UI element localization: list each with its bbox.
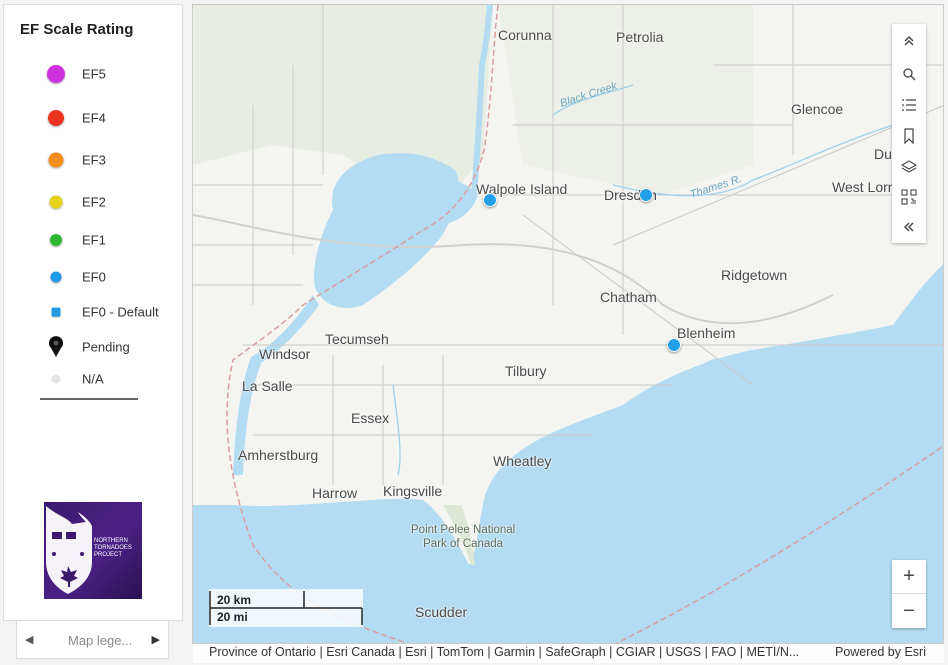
place-west-lorne: West Lorn xyxy=(832,179,896,195)
attribution-text[interactable]: Province of Ontario | Esri Canada | Esri… xyxy=(209,645,799,659)
chevrons-left-icon[interactable] xyxy=(892,212,926,242)
na-symbol xyxy=(51,374,61,384)
scalebar-km-label: 20 km xyxy=(217,593,252,607)
legend-label: EF4 xyxy=(82,110,106,126)
northern-tornadoes-project-logo: NORTHERN TORNADOES PROJECT xyxy=(44,502,142,599)
zoom-controls: + − xyxy=(892,560,926,628)
tornado-marker-ef0[interactable] xyxy=(483,193,497,207)
place-point-pelee: Point Pelee National Park of Canada xyxy=(411,523,515,551)
place-glencoe: Glencoe xyxy=(791,101,844,117)
chevron-left-icon[interactable]: ◀ xyxy=(25,633,33,646)
legend-label: Pending xyxy=(82,339,130,355)
place-chatham: Chatham xyxy=(600,289,657,305)
ef2-symbol xyxy=(49,195,63,209)
attribution-bar: Province of Ontario | Esri Canada | Esri… xyxy=(193,644,944,663)
legend-label: EF0 - Default xyxy=(82,304,159,320)
legend-item-ef0: EF0 xyxy=(4,265,182,289)
legend-item-na: N/A xyxy=(4,367,182,391)
place-tilbury: Tilbury xyxy=(505,363,547,379)
map-toolbar xyxy=(892,24,926,243)
legend-item-ef0-default: EF0 - Default xyxy=(4,300,182,324)
legend-title: EF Scale Rating xyxy=(20,21,134,38)
place-scudder: Scudder xyxy=(415,604,468,620)
legend-item-ef4: EF4 xyxy=(4,106,182,130)
zoom-out-button[interactable]: − xyxy=(892,594,926,628)
place-blenheim: Blenheim xyxy=(677,325,736,341)
chevrons-up-icon[interactable] xyxy=(892,26,926,56)
place-windsor: Windsor xyxy=(259,346,311,362)
tornado-marker-ef0[interactable] xyxy=(667,338,681,352)
legend-item-ef5: EF5 xyxy=(4,62,182,86)
place-point-pelee-line1: Point Pelee National xyxy=(411,524,516,536)
ef0-symbol xyxy=(50,271,62,283)
legend-panel: EF Scale Rating EF5 EF4 EF3 EF2 EF1 EF0 … xyxy=(3,4,183,621)
list-icon[interactable] xyxy=(892,90,926,120)
legend-item-ef1: EF1 xyxy=(4,228,182,252)
place-essex: Essex xyxy=(351,410,390,426)
place-point-pelee-line2: Park of Canada xyxy=(423,538,504,550)
place-la-salle: La Salle xyxy=(242,378,293,394)
place-tecumseh: Tecumseh xyxy=(325,331,389,347)
layers-icon[interactable] xyxy=(892,152,926,182)
qr-code-icon[interactable] xyxy=(892,182,926,212)
chevron-right-icon[interactable]: ▶ xyxy=(152,633,160,646)
legend-item-ef2: EF2 xyxy=(4,190,182,214)
zoom-in-button[interactable]: + xyxy=(892,560,926,594)
place-petrolia: Petrolia xyxy=(616,29,664,45)
scalebar-mi-label: 20 mi xyxy=(217,610,248,624)
place-ridgetown: Ridgetown xyxy=(721,267,788,283)
bookmark-icon[interactable] xyxy=(892,121,926,151)
place-amherstburg: Amherstburg xyxy=(238,447,319,463)
legend-label: EF0 xyxy=(82,269,106,285)
place-kingsville: Kingsville xyxy=(383,483,443,499)
legend-item-pending: Pending xyxy=(4,335,182,359)
ef3-symbol xyxy=(48,152,64,168)
legend-label: N/A xyxy=(82,371,104,387)
legend-label: EF3 xyxy=(82,152,106,168)
ef0-default-symbol xyxy=(51,307,61,317)
legend-label: EF2 xyxy=(82,194,106,210)
legend-pager: ◀ Map lege... ▶ xyxy=(16,620,169,659)
legend-label: EF1 xyxy=(82,232,106,248)
legend-label: EF5 xyxy=(82,66,106,82)
powered-by-esri[interactable]: Powered by Esri xyxy=(835,645,926,659)
place-wheatley: Wheatley xyxy=(493,453,552,469)
scalebar: 20 km 20 mi xyxy=(209,589,363,627)
pending-pin-icon xyxy=(49,336,63,357)
place-corunna: Corunna xyxy=(498,27,552,43)
legend-divider xyxy=(40,398,138,400)
ef4-symbol xyxy=(48,110,64,126)
legend-item-ef3: EF3 xyxy=(4,148,182,172)
place-du: Du xyxy=(874,146,892,162)
search-icon[interactable] xyxy=(892,59,926,89)
place-harrow: Harrow xyxy=(312,485,358,501)
ef1-symbol xyxy=(50,234,62,246)
pager-label: Map lege... xyxy=(68,633,133,648)
ef5-symbol xyxy=(47,65,65,83)
tornado-marker-ef0[interactable] xyxy=(639,188,653,202)
logo-text: NORTHERN TORNADOES PROJECT xyxy=(94,538,132,558)
map-view[interactable]: Corunna Petrolia Glencoe Du West Lorn Wa… xyxy=(192,4,944,644)
